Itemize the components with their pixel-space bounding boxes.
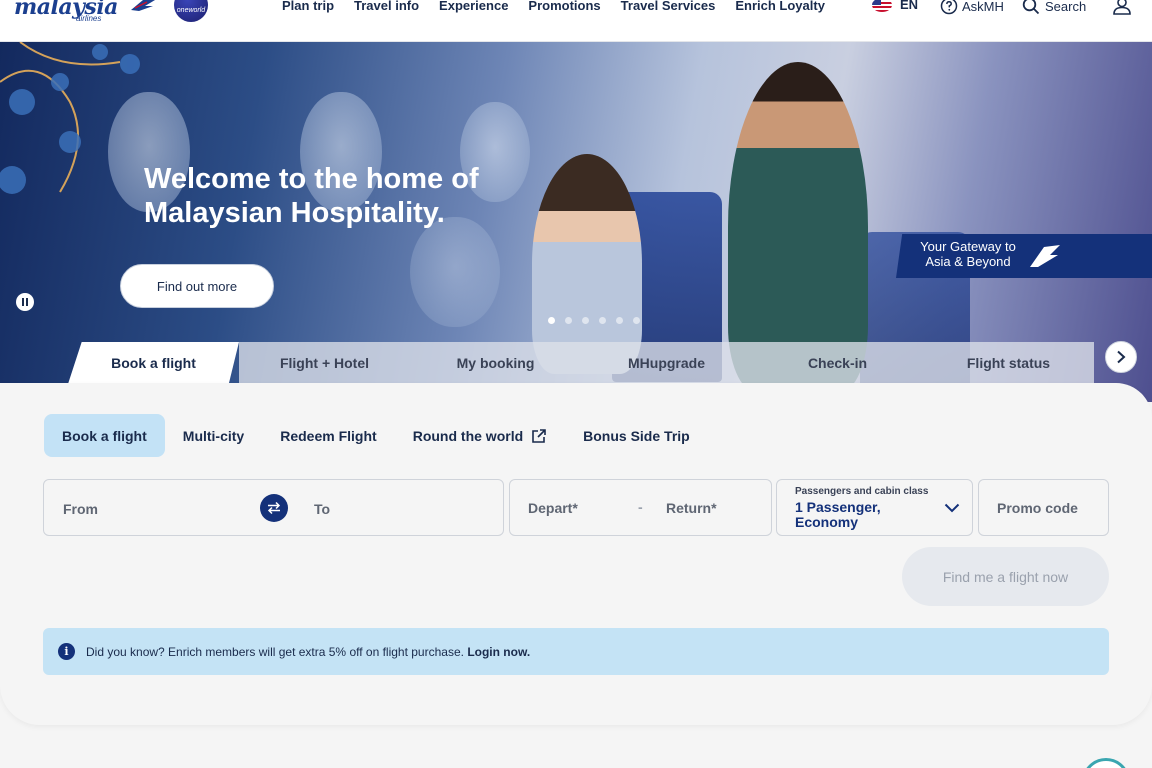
logo-subtext: airlines <box>76 14 102 23</box>
nav-promotions[interactable]: Promotions <box>528 0 600 13</box>
subtab-label: Book a flight <box>62 427 147 444</box>
moon-kite-icon <box>131 0 155 11</box>
nav-plan-trip[interactable]: Plan trip <box>282 0 334 13</box>
subtab-label: Multi-city <box>182 427 245 444</box>
hero-title-line1: Welcome to the home of <box>144 163 479 195</box>
carousel-dot[interactable] <box>565 317 572 324</box>
chat-assistant-button[interactable] <box>1082 758 1130 768</box>
logo-wordmark: malaysia <box>14 0 118 20</box>
return-input[interactable]: Return* <box>666 500 717 516</box>
promo-code-field: Promo code <box>978 479 1109 536</box>
hero-title-line2: Malaysian Hospitality. <box>144 197 445 229</box>
pause-icon <box>22 298 24 306</box>
subtab-redeem-flight[interactable]: Redeem Flight <box>262 414 394 457</box>
oneworld-logo[interactable]: oneworld <box>174 0 208 22</box>
user-account-icon[interactable] <box>1112 0 1132 15</box>
subtab-label: Round the world <box>412 427 524 444</box>
tab-mhupgrade[interactable]: MHupgrade <box>581 342 752 384</box>
find-flight-button[interactable]: Find me a flight now <box>902 547 1109 606</box>
carousel-dot[interactable] <box>599 317 606 324</box>
nav-experience[interactable]: Experience <box>439 0 508 13</box>
passengers-field[interactable]: Passengers and cabin class 1 Passenger, … <box>776 479 973 536</box>
nav-travel-services[interactable]: Travel Services <box>621 0 716 13</box>
oneworld-label: oneworld <box>176 6 206 14</box>
site-header: malaysia airlines oneworld Plan trip Tra… <box>0 0 1152 42</box>
carousel-dot[interactable] <box>633 317 640 324</box>
from-input[interactable]: From <box>63 501 98 517</box>
tab-my-booking[interactable]: My booking <box>410 342 581 384</box>
moon-kite-icon <box>1030 245 1060 267</box>
swap-airports-button[interactable] <box>260 494 288 522</box>
tabs-next-button[interactable] <box>1105 341 1137 373</box>
find-out-more-button[interactable]: Find out more <box>120 264 274 308</box>
swap-icon <box>267 501 281 515</box>
pause-icon <box>26 298 28 306</box>
carousel-dot[interactable] <box>616 317 623 324</box>
nav-travel-info[interactable]: Travel info <box>354 0 419 13</box>
date-separator: - <box>638 499 643 515</box>
chevron-right-icon <box>1117 350 1126 364</box>
info-text: Did you know? Enrich members will get ex… <box>86 645 530 659</box>
subtab-label: Bonus Side Trip <box>583 427 690 444</box>
us-flag-icon <box>872 0 892 12</box>
carousel-dot[interactable] <box>582 317 589 324</box>
enrich-info-banner: i Did you know? Enrich members will get … <box>43 628 1109 675</box>
main-nav: Plan trip Travel info Experience Promoti… <box>282 0 825 13</box>
tab-flight-status[interactable]: Flight status <box>923 342 1094 384</box>
passengers-label: Passengers and cabin class <box>795 486 929 497</box>
dates-field: Depart* - Return* <box>509 479 772 536</box>
subtab-round-the-world[interactable]: Round the world <box>395 414 565 457</box>
tab-book-a-flight[interactable]: Book a flight <box>68 342 239 384</box>
search-link[interactable]: Search <box>1022 0 1086 15</box>
booking-tabs: Book a flight Flight + Hotel My booking … <box>68 342 1094 384</box>
gateway-text: Your Gateway to Asia & Beyond <box>912 239 1024 269</box>
subtab-label: Redeem Flight <box>280 427 377 444</box>
info-message: Did you know? Enrich members will get ex… <box>86 644 464 659</box>
booking-subtabs: Book a flight Multi-city Redeem Flight R… <box>44 414 708 457</box>
carousel-dot[interactable] <box>548 317 555 324</box>
gateway-line2: Asia & Beyond <box>925 254 1011 269</box>
chevron-down-icon <box>944 503 960 513</box>
nav-enrich-loyalty[interactable]: Enrich Loyalty <box>735 0 825 13</box>
language-label: EN <box>900 0 919 12</box>
booking-panel: Book a flight Multi-city Redeem Flight R… <box>0 383 1152 725</box>
external-link-icon <box>532 428 546 443</box>
tab-check-in[interactable]: Check-in <box>752 342 923 384</box>
info-icon: i <box>58 643 75 660</box>
from-to-field: From To <box>43 479 504 536</box>
carousel-pause-button[interactable] <box>16 293 34 311</box>
search-icon <box>1022 0 1040 15</box>
tab-flight-hotel[interactable]: Flight + Hotel <box>239 342 410 384</box>
cabin-window <box>410 217 500 327</box>
subtab-book-a-flight[interactable]: Book a flight <box>44 414 165 457</box>
gateway-line1: Your Gateway to <box>920 239 1016 254</box>
search-label: Search <box>1045 0 1087 14</box>
login-now-link[interactable]: Login now. <box>467 645 530 659</box>
to-input[interactable]: To <box>314 501 330 517</box>
subtab-multi-city[interactable]: Multi-city <box>165 414 262 457</box>
passengers-value: 1 Passenger, Economy <box>795 499 881 530</box>
depart-input[interactable]: Depart* <box>528 500 578 516</box>
askmh-link[interactable]: AskMH <box>940 0 1004 15</box>
promo-code-input[interactable]: Promo code <box>997 500 1078 516</box>
carousel-dots <box>548 317 640 324</box>
askmh-label: AskMH <box>962 0 1004 14</box>
passenger-figure <box>532 154 642 374</box>
hero-title: Welcome to the home of Malaysian Hospita… <box>144 162 479 230</box>
language-selector[interactable]: EN <box>872 0 918 12</box>
malaysia-airlines-logo[interactable]: malaysia airlines <box>14 0 155 23</box>
subtab-bonus-side-trip[interactable]: Bonus Side Trip <box>565 414 708 457</box>
question-circle-icon <box>940 0 958 15</box>
